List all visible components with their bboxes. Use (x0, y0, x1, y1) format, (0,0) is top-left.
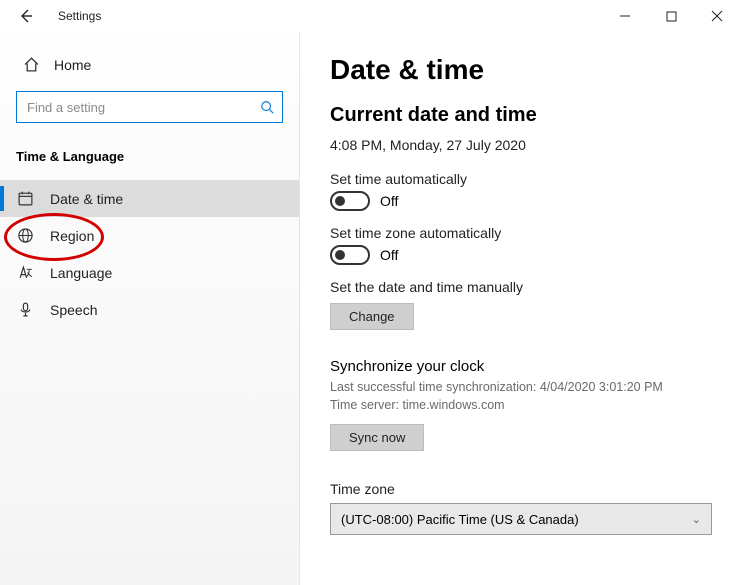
sidebar-item-speech[interactable]: Speech (0, 291, 299, 328)
auto-time-label: Set time automatically (330, 171, 710, 187)
titlebar-left: Settings (10, 0, 101, 32)
sidebar-item-date-time[interactable]: Date & time (0, 180, 299, 217)
sidebar-item-label: Region (50, 228, 94, 244)
window-controls (602, 0, 740, 32)
chevron-down-icon: ⌄ (692, 513, 701, 526)
sidebar-item-language[interactable]: Language (0, 254, 299, 291)
back-button[interactable] (10, 0, 42, 32)
sync-server-text: Time server: time.windows.com (330, 397, 710, 415)
sidebar: Home Time & Language Date & time Region … (0, 32, 300, 585)
home-nav[interactable]: Home (0, 50, 299, 85)
current-datetime-value: 4:08 PM, Monday, 27 July 2020 (330, 137, 710, 153)
home-icon (22, 56, 40, 73)
page-title: Date & time (330, 54, 710, 86)
auto-tz-toggle-row: Off (330, 245, 710, 265)
auto-time-toggle-row: Off (330, 191, 710, 211)
sidebar-item-label: Speech (50, 302, 97, 318)
auto-time-toggle[interactable] (330, 191, 370, 211)
minimize-button[interactable] (602, 0, 648, 32)
sidebar-item-region[interactable]: Region (0, 217, 299, 254)
clock-icon (16, 190, 34, 207)
toggle-knob (335, 250, 345, 260)
maximize-icon (666, 11, 677, 22)
globe-icon (16, 227, 34, 244)
auto-tz-state: Off (380, 247, 398, 263)
timezone-label: Time zone (330, 481, 710, 497)
search-icon (260, 100, 274, 114)
toggle-knob (335, 196, 345, 206)
current-datetime-heading: Current date and time (330, 104, 710, 127)
auto-tz-label: Set time zone automatically (330, 225, 710, 241)
sync-heading: Synchronize your clock (330, 358, 710, 375)
close-button[interactable] (694, 0, 740, 32)
minimize-icon (619, 10, 631, 22)
timezone-value: (UTC-08:00) Pacific Time (US & Canada) (341, 512, 579, 527)
sidebar-item-label: Language (50, 265, 112, 281)
content: Home Time & Language Date & time Region … (0, 32, 740, 585)
home-label: Home (54, 57, 91, 73)
category-title: Time & Language (0, 141, 299, 180)
mic-icon (16, 301, 34, 318)
timezone-dropdown[interactable]: (UTC-08:00) Pacific Time (US & Canada) ⌄ (330, 503, 712, 535)
sync-last-text: Last successful time synchronization: 4/… (330, 379, 710, 397)
sidebar-item-label: Date & time (50, 191, 123, 207)
app-title: Settings (58, 9, 101, 23)
main-panel: Date & time Current date and time 4:08 P… (300, 32, 740, 585)
auto-time-state: Off (380, 193, 398, 209)
sync-now-button[interactable]: Sync now (330, 424, 424, 451)
search-input[interactable] (25, 99, 229, 116)
titlebar: Settings (0, 0, 740, 32)
back-arrow-icon (18, 8, 34, 24)
change-button[interactable]: Change (330, 303, 414, 330)
close-icon (711, 10, 723, 22)
maximize-button[interactable] (648, 0, 694, 32)
search-box[interactable] (16, 91, 283, 123)
auto-tz-toggle[interactable] (330, 245, 370, 265)
manual-time-label: Set the date and time manually (330, 279, 710, 295)
language-icon (16, 264, 34, 281)
